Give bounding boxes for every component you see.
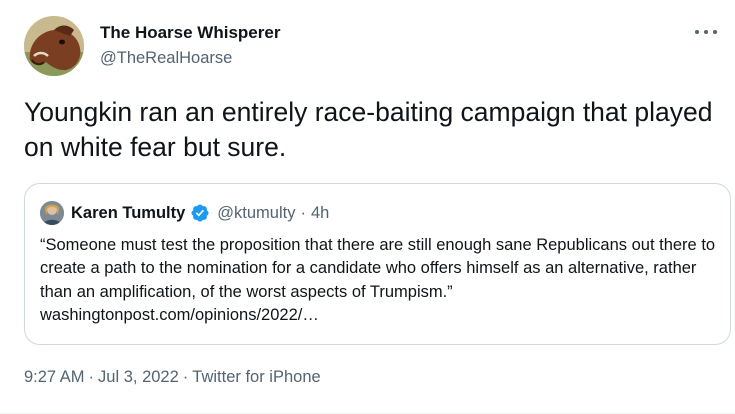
tweet-card: The Hoarse Whisperer @TheRealHoarse Youn… (0, 0, 735, 414)
tweet-metadata: 9:27 AM · Jul 3, 2022 · Twitter for iPhone (24, 368, 321, 387)
author-name[interactable]: The Hoarse Whisperer (100, 23, 280, 43)
quoted-text: “Someone must test the proposition that … (40, 236, 716, 324)
more-options-icon[interactable] (695, 22, 717, 42)
person-avatar-icon (40, 201, 64, 225)
author-avatar[interactable] (24, 16, 84, 76)
quoted-timestamp[interactable]: 4h (311, 204, 329, 223)
tweet-time[interactable]: 9:27 AM (24, 368, 85, 386)
quoted-author-handle[interactable]: @ktumulty (217, 204, 295, 223)
separator-dot: · (88, 368, 95, 386)
author-handle[interactable]: @TheRealHoarse (100, 49, 232, 68)
horse-avatar-icon (24, 16, 84, 76)
quoted-author-avatar[interactable] (40, 201, 64, 225)
verified-badge-icon (191, 204, 209, 222)
separator-dot: · (300, 203, 306, 222)
tweet-date[interactable]: Jul 3, 2022 (98, 368, 179, 386)
tweet-source[interactable]: Twitter for iPhone (192, 368, 320, 386)
quoted-tweet[interactable]: Karen Tumulty @ktumulty · 4h “Someone mu… (24, 183, 731, 345)
quoted-author-name[interactable]: Karen Tumulty (71, 204, 185, 223)
quoted-header: Karen Tumulty @ktumulty · 4h (71, 203, 329, 223)
tweet-text: Youngkin ran an entirely race-baiting ca… (24, 97, 713, 162)
separator-dot: · (182, 368, 189, 386)
